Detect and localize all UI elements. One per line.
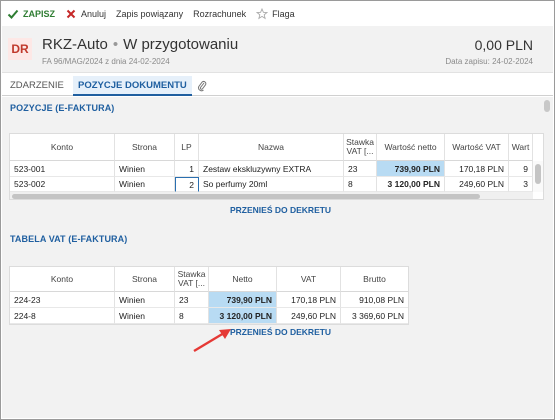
col-stawka-vat[interactable]: Stawka VAT [... [344,134,377,161]
cell-nazwa[interactable]: So perfumy 20ml [199,177,344,192]
cell-vat[interactable]: 170,18 PLN [277,292,341,308]
positions-vertical-scrollbar[interactable] [533,161,543,192]
vat-grid: Konto Strona Stawka VAT [... Netto VAT B… [9,266,409,325]
cell-strona[interactable]: Winien [115,177,175,192]
cell-netto[interactable]: 3 120,00 PLN [209,308,277,324]
positions-horizontal-scrollbar[interactable] [10,192,533,199]
close-icon [65,8,77,20]
red-arrow-icon [193,329,231,353]
cell-strona[interactable]: Winien [115,161,175,177]
col-lp[interactable]: LP [175,134,199,161]
cell-stawka[interactable]: 23 [344,161,377,177]
document-header: DR RKZ-Auto • W przygotowaniu FA 96/MAG/20… [2,26,553,73]
col-stawka-vat[interactable]: Stawka VAT [... [175,267,209,292]
table-row[interactable]: 523-001 Winien 1 Zestaw ekskluzywny EXTR… [10,161,533,177]
col-wartosc-vat[interactable]: Wartość VAT [445,134,509,161]
col-wartosc-netto[interactable]: Wartość netto [377,134,445,161]
transfer-to-decree-link-positions[interactable]: PRZENIEŚ DO DEKRETU [230,205,331,215]
table-row[interactable]: 523-002 Winien 2 So perfumy 20ml 8 3 120… [10,177,533,192]
col-nazwa[interactable]: Nazwa [199,134,344,161]
cell-strona[interactable]: Winien [115,292,175,308]
cell-konto[interactable]: 523-001 [10,161,115,177]
cell-brutto[interactable]: 3 369,60 PLN [341,308,408,324]
save-label: ZAPISZ [23,9,56,19]
positions-grid: Konto Strona LP Nazwa Stawka VAT [... Wa… [9,133,544,200]
cell-stawka[interactable]: 23 [175,292,209,308]
tab-document-positions[interactable]: POZYCJE DOKUMENTU [73,76,192,96]
col-strona[interactable]: Strona [115,134,175,161]
vat-section-title: TABELA VAT (E-FAKTURA) [10,234,128,244]
positions-header-row: Konto Strona LP Nazwa Stawka VAT [... Wa… [10,134,533,161]
cancel-button[interactable]: Anuluj [65,8,106,20]
col-konto[interactable]: Konto [10,267,115,292]
cell-brutto[interactable]: 9 [509,161,533,177]
cell-stawka[interactable]: 8 [344,177,377,192]
tab-bar: ZDARZENIE POZYCJE DOKUMENTU [2,76,553,96]
checkmark-icon [7,8,19,20]
document-title: RKZ-Auto • W przygotowaniu [42,36,238,53]
vat-header-row: Konto Strona Stawka VAT [... Netto VAT B… [10,267,408,292]
save-button[interactable]: ZAPISZ [7,8,55,20]
cell-vat[interactable]: 170,18 PLN [445,161,509,177]
cell-strona[interactable]: Winien [115,308,175,324]
transfer-to-decree-link-vat[interactable]: PRZENIEŚ DO DEKRETU [230,327,331,337]
document-type-badge: DR [8,38,32,60]
col-brutto[interactable]: Brutto [341,267,408,292]
col-konto[interactable]: Konto [10,134,115,161]
cell-konto[interactable]: 224-23 [10,292,115,308]
col-wartosc-brutto[interactable]: Wart [509,134,533,161]
cell-konto[interactable]: 523-002 [10,177,115,192]
table-row[interactable]: 224-8 Winien 8 3 120,00 PLN 249,60 PLN 3… [10,308,408,324]
cell-vat[interactable]: 249,60 PLN [277,308,341,324]
settlement-label: Rozrachunek [193,9,247,19]
cell-nazwa[interactable]: Zestaw ekskluzywny EXTRA [199,161,344,177]
tab-attachments[interactable] [192,76,212,96]
star-icon [256,8,269,20]
flag-button[interactable]: Flaga [256,8,295,20]
cell-stawka[interactable]: 8 [175,308,209,324]
col-netto[interactable]: Netto [209,267,277,292]
cancel-label: Anuluj [81,9,107,19]
toolbar: ZAPISZ Anuluj Zapis powiązany Rozrachune… [2,2,553,26]
title-separator: • [112,36,119,53]
flag-label: Flaga [272,9,295,19]
document-subtitle: FA 96/MAG/2024 z dnia 24-02-2024 [42,57,170,66]
document-amount: 0,00 PLN [474,37,533,53]
cell-netto[interactable]: 739,90 PLN [377,161,445,177]
linked-record-label: Zapis powiązany [116,9,184,19]
content-area: POZYCJE (E-FAKTURA) Konto Strona LP Nazw… [2,97,553,418]
cell-lp-editor[interactable]: 2 [175,177,199,192]
cell-lp[interactable]: 1 [175,161,199,177]
document-name: RKZ-Auto [42,36,108,53]
linked-record-button[interactable]: Zapis powiązany [116,9,183,19]
cell-brutto[interactable]: 910,08 PLN [341,292,408,308]
cell-konto[interactable]: 224-8 [10,308,115,324]
document-status: W przygotowaniu [123,36,239,53]
table-row[interactable]: 224-23 Winien 23 739,90 PLN 170,18 PLN 9… [10,292,408,308]
record-date: Data zapisu: 24-02-2024 [445,57,533,66]
positions-section-title: POZYCJE (E-FAKTURA) [10,103,115,113]
cell-netto[interactable]: 739,90 PLN [209,292,277,308]
cell-netto[interactable]: 3 120,00 PLN [377,177,445,192]
settlement-button[interactable]: Rozrachunek [193,9,246,19]
window: ZAPISZ Anuluj Zapis powiązany Rozrachune… [0,0,555,420]
col-vat[interactable]: VAT [277,267,341,292]
tab-event[interactable]: ZDARZENIE [5,76,69,96]
cell-brutto[interactable]: 3 [509,177,533,192]
paperclip-icon [197,80,207,92]
cell-vat[interactable]: 249,60 PLN [445,177,509,192]
col-strona[interactable]: Strona [115,267,175,292]
